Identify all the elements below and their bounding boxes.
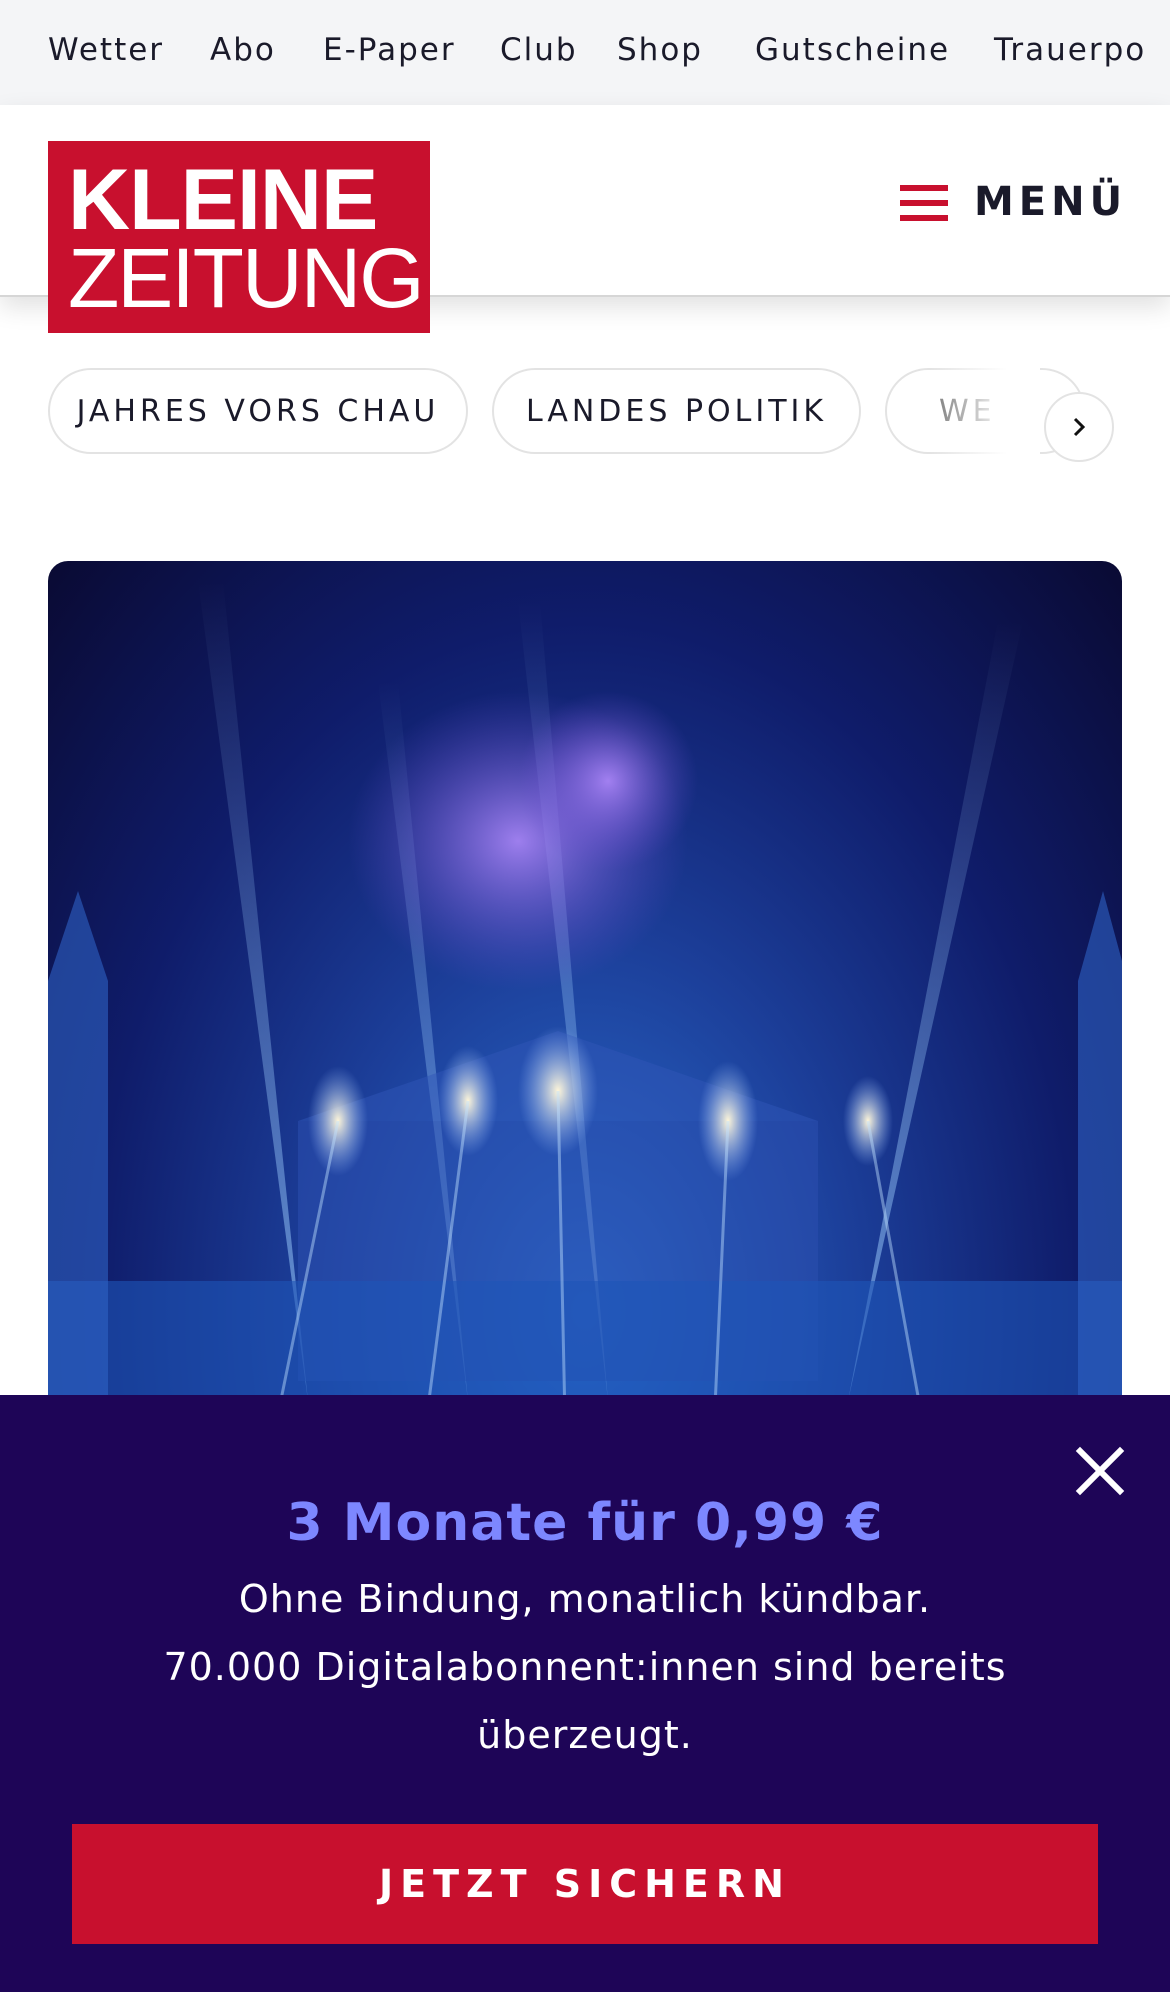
close-icon [1075, 1446, 1125, 1496]
chip-jahresvorschau[interactable]: JAHRES VORS CHAU [48, 368, 468, 454]
utility-nav: Wetter Abo E-Paper Club Shop Gutscheine … [0, 0, 1170, 105]
chevron-right-icon [1073, 417, 1086, 437]
utility-link-trauerportal[interactable]: Trauerpo [994, 32, 1146, 68]
close-banner-button[interactable] [1072, 1443, 1128, 1499]
topic-chips: JAHRES VORS CHAU LANDES POLITIK WE [0, 368, 1170, 462]
chip-landespolitik[interactable]: LANDES POLITIK [492, 368, 861, 454]
utility-link-shop[interactable]: Shop [617, 32, 703, 68]
jetzt-sichern-button[interactable]: JETZT SICHERN [72, 1824, 1098, 1944]
offer-line-2: 70.000 Digitalabonnent:innen sind bereit… [163, 1645, 1007, 1757]
kleine-zeitung-logo[interactable]: KLEINE ZEITUNG [48, 141, 430, 333]
utility-link-wetter[interactable]: Wetter [48, 32, 164, 68]
chips-next-button[interactable] [1044, 392, 1114, 462]
utility-link-abo[interactable]: Abo [210, 32, 276, 68]
subscription-banner: 3 Monate für 0,99 € Ohne Bindung, monatl… [0, 1395, 1170, 1992]
menu-button[interactable]: MENÜ [896, 171, 1122, 237]
menu-label: MENÜ [974, 179, 1128, 225]
utility-link-club[interactable]: Club [500, 32, 578, 68]
utility-link-gutscheine[interactable]: Gutscheine [755, 32, 950, 68]
chips-fade [930, 368, 1040, 460]
hamburger-icon [900, 185, 948, 221]
logo-line-2: ZEITUNG [68, 231, 425, 325]
site-header: KLEINE ZEITUNG MENÜ [0, 105, 1170, 333]
utility-link-epaper[interactable]: E-Paper [323, 32, 456, 68]
offer-title: 3 Monate für 0,99 € [286, 1493, 884, 1553]
offer-line-1: Ohne Bindung, monatlich kündbar. [238, 1577, 932, 1621]
